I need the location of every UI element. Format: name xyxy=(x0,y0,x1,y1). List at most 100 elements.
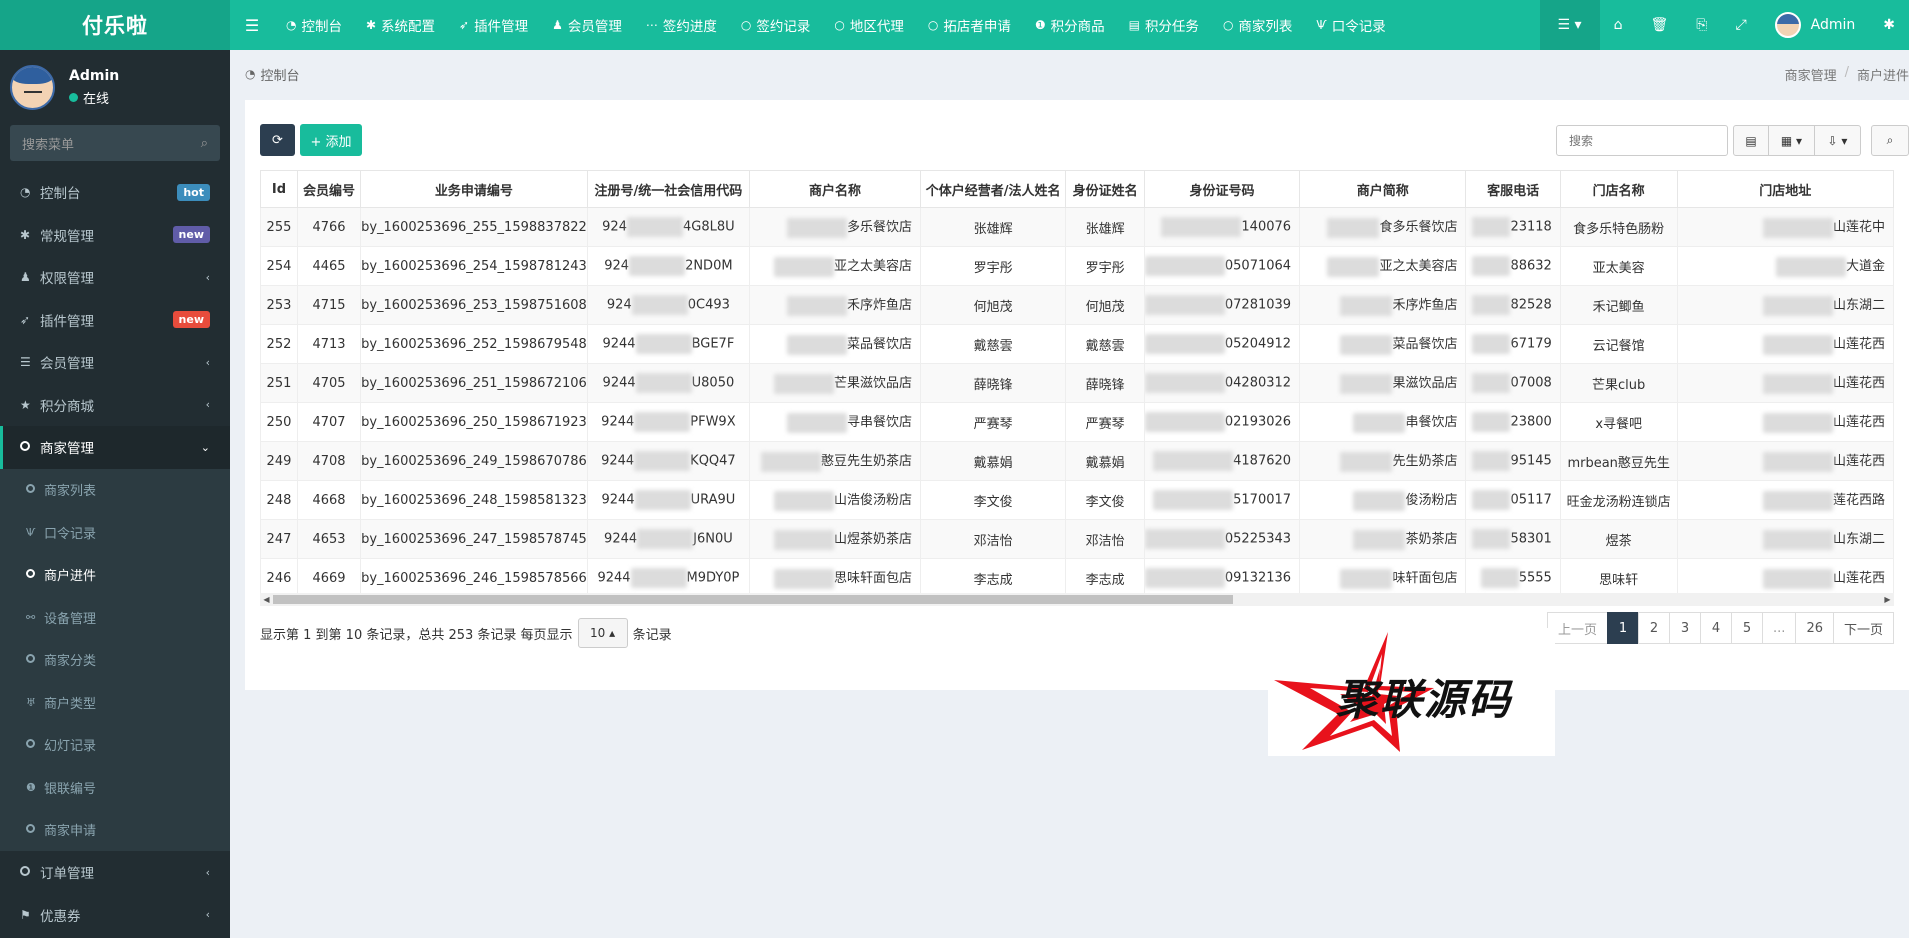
sidebar-subitem[interactable]: 商户进件 xyxy=(0,554,230,597)
page-button[interactable]: 4 xyxy=(1700,612,1733,644)
scrollbar-thumb[interactable] xyxy=(273,595,1233,604)
sidebar-subitem[interactable]: 商家申请 xyxy=(0,809,230,852)
column-header[interactable]: Id xyxy=(260,170,298,208)
table-search-input[interactable] xyxy=(1556,125,1728,156)
cell-legal-name: 何旭茂 xyxy=(919,285,1067,325)
sidebar-subitem[interactable]: 商家分类 xyxy=(0,639,230,682)
cell-store-address-suffix: 山莲花西 xyxy=(1832,376,1885,392)
page-button[interactable]: 上一页 xyxy=(1547,612,1609,644)
cell-store-name: 思味轩 xyxy=(1559,558,1678,598)
table-row[interactable]: 250 4707 by_1600253696_250_1598671923 9244 P… xyxy=(260,402,1894,442)
table-row[interactable]: 254 4465 by_1600253696_254_1598781243 924 2N… xyxy=(260,246,1894,286)
page-button[interactable]: 下一页 xyxy=(1832,612,1894,644)
table-row[interactable]: 246 4669 by_1600253696_246_1598578566 9244 M… xyxy=(260,558,1894,598)
cell-short-name-suffix: 先生奶茶店 xyxy=(1392,454,1458,470)
sidebar-subitem[interactable]: ♅ 商户类型 xyxy=(0,681,230,724)
add-button[interactable]: + 添加 xyxy=(300,124,362,156)
column-header[interactable]: 个体户经营者/法人姓名 xyxy=(919,170,1067,208)
topnav-item[interactable]: ○ 拓店者申请 xyxy=(916,0,1023,50)
sidebar-item[interactable]: ➶ 插件管理 new xyxy=(0,299,230,342)
table-row[interactable]: 248 4668 by_1600253696_248_1598581323 9244 U… xyxy=(260,480,1894,520)
sidebar-item[interactable]: 订单管理 ‹ xyxy=(0,851,230,894)
admin-user-menu[interactable]: Admin xyxy=(1761,0,1870,50)
avatar xyxy=(10,65,55,110)
redacted-block xyxy=(1153,490,1234,510)
column-header[interactable]: 门店地址 xyxy=(1676,170,1894,208)
home-icon[interactable]: ⌂ xyxy=(1600,0,1637,50)
top-right-tools: ☰ ▾ ⌂ 🗑︎ ⎘ ⤢ Admin ✱ xyxy=(1539,0,1909,50)
sidebar-subitem[interactable]: ❶ 银联编号 xyxy=(0,766,230,809)
topnav-item[interactable]: ▤ 积分任务 xyxy=(1117,0,1211,50)
page-size-select[interactable]: 10 ▴ xyxy=(577,618,628,648)
breadcrumb-item[interactable]: 商户进件 xyxy=(1857,65,1909,84)
topnav-item[interactable]: ✱ 系统配置 xyxy=(354,0,447,50)
topnav-item[interactable]: ○ 地区代理 xyxy=(822,0,915,50)
page-title-text: 控制台 xyxy=(260,68,300,84)
topnav-item[interactable]: ○ 商家列表 xyxy=(1211,0,1304,50)
sidebar-item[interactable]: ♟ 权限管理 ‹ xyxy=(0,256,230,299)
sidebar-subitem[interactable]: ⚯ 设备管理 xyxy=(0,596,230,639)
sidebar-item-merchant-management[interactable]: 商家管理 ⌄ xyxy=(0,426,230,469)
advanced-search-button[interactable]: ⌕ xyxy=(1871,125,1909,156)
page-button[interactable]: 2 xyxy=(1638,612,1671,644)
column-header[interactable]: 商户简称 xyxy=(1299,170,1467,208)
column-header[interactable]: 客服电话 xyxy=(1465,170,1561,208)
settings-icon[interactable]: ✱ xyxy=(1869,0,1909,50)
sidebar-subitem[interactable]: Ѱ 口令记录 xyxy=(0,511,230,554)
scroll-right-icon[interactable]: ▶ xyxy=(1881,593,1894,606)
toggle-view-button[interactable]: ▤ xyxy=(1733,125,1769,156)
cell-id-name: 李志成 xyxy=(1065,558,1145,598)
column-header[interactable]: 身份证姓名 xyxy=(1065,170,1145,208)
fullscreen-icon[interactable]: ⤢ xyxy=(1721,0,1760,50)
page-button[interactable]: 26 xyxy=(1795,612,1834,644)
columns-button[interactable]: ▦ ▾ xyxy=(1769,125,1815,156)
table-row[interactable]: 251 4705 by_1600253696_251_1598672106 9244 U… xyxy=(260,363,1894,403)
column-header[interactable]: 门店名称 xyxy=(1559,170,1678,208)
sidebar-search-input[interactable]: 搜索菜单 ⌕ xyxy=(10,125,220,161)
redacted-block xyxy=(1762,529,1833,550)
column-header[interactable]: 注册号/统一社会信用代码 xyxy=(586,170,751,208)
redacted-block xyxy=(635,373,692,393)
trash-icon[interactable]: 🗑︎ xyxy=(1636,0,1682,50)
horizontal-scrollbar[interactable]: ◀ ▶ xyxy=(260,593,1894,606)
scroll-left-icon[interactable]: ◀ xyxy=(260,593,273,606)
table-row[interactable]: 247 4653 by_1600253696_247_1598578745 9244 J… xyxy=(260,519,1894,559)
topnav-item[interactable]: ◔ 控制台 xyxy=(274,0,354,50)
cell-id-number-suffix: 07281039 xyxy=(1224,297,1292,313)
refresh-button[interactable]: ⟳ xyxy=(260,124,295,156)
page-button[interactable]: 3 xyxy=(1669,612,1702,644)
breadcrumb-item[interactable]: 商家管理 xyxy=(1785,65,1837,84)
sidebar-item[interactable]: ☰ 会员管理 ‹ xyxy=(0,341,230,384)
sidebar-item[interactable]: ◔ 控制台 hot xyxy=(0,171,230,214)
language-icon[interactable]: ⎘ xyxy=(1682,0,1721,50)
sidebar-item[interactable]: ⚑ 优惠券 ‹ xyxy=(0,894,230,937)
cell-application-no: by_1600253696_249_1598670786 xyxy=(360,441,588,481)
topnav-item[interactable]: ➶ 插件管理 xyxy=(447,0,540,50)
chevron-left-icon: ‹ xyxy=(205,908,210,922)
column-header[interactable]: 身份证号码 xyxy=(1143,170,1301,208)
table-row[interactable]: 253 4715 by_1600253696_253_1598751608 924 0C… xyxy=(260,285,1894,325)
column-header[interactable]: 会员编号 xyxy=(296,170,362,208)
chevron-left-icon: ‹ xyxy=(205,398,210,412)
menu-dropdown-button[interactable]: ☰ ▾ xyxy=(1539,0,1600,50)
page-button[interactable]: 5 xyxy=(1731,612,1764,644)
brand-logo[interactable]: 付乐啦 xyxy=(0,0,230,50)
topnav-item[interactable]: ⋯ 签约进度 xyxy=(634,0,729,50)
page-button-current[interactable]: 1 xyxy=(1607,612,1640,644)
topnav-item[interactable]: ❶ 积分商品 xyxy=(1023,0,1117,50)
column-header[interactable]: 商户名称 xyxy=(749,170,921,208)
sidebar-item[interactable]: ✱ 常规管理 new xyxy=(0,214,230,257)
table-row[interactable]: 255 4766 by_1600253696_255_1598837822 924 4G… xyxy=(260,207,1894,247)
sidebar-subitem[interactable]: 商家列表 xyxy=(0,469,230,512)
topnav-item[interactable]: ○ 签约记录 xyxy=(729,0,822,50)
table-row[interactable]: 252 4713 by_1600253696_252_1598679548 9244 B… xyxy=(260,324,1894,364)
topnav-item[interactable]: Ѱ 口令记录 xyxy=(1304,0,1397,50)
export-button[interactable]: ⇩ ▾ xyxy=(1815,125,1861,156)
redacted-block xyxy=(1472,256,1511,276)
sidebar-toggle-icon[interactable]: ☰ xyxy=(230,0,274,50)
column-header[interactable]: 业务申请编号 xyxy=(360,170,588,208)
table-row[interactable]: 249 4708 by_1600253696_249_1598670786 9244 K… xyxy=(260,441,1894,481)
sidebar-subitem[interactable]: 幻灯记录 xyxy=(0,724,230,767)
topnav-item[interactable]: ♟ 会员管理 xyxy=(540,0,634,50)
sidebar-item[interactable]: ★ 积分商城 ‹ xyxy=(0,384,230,427)
